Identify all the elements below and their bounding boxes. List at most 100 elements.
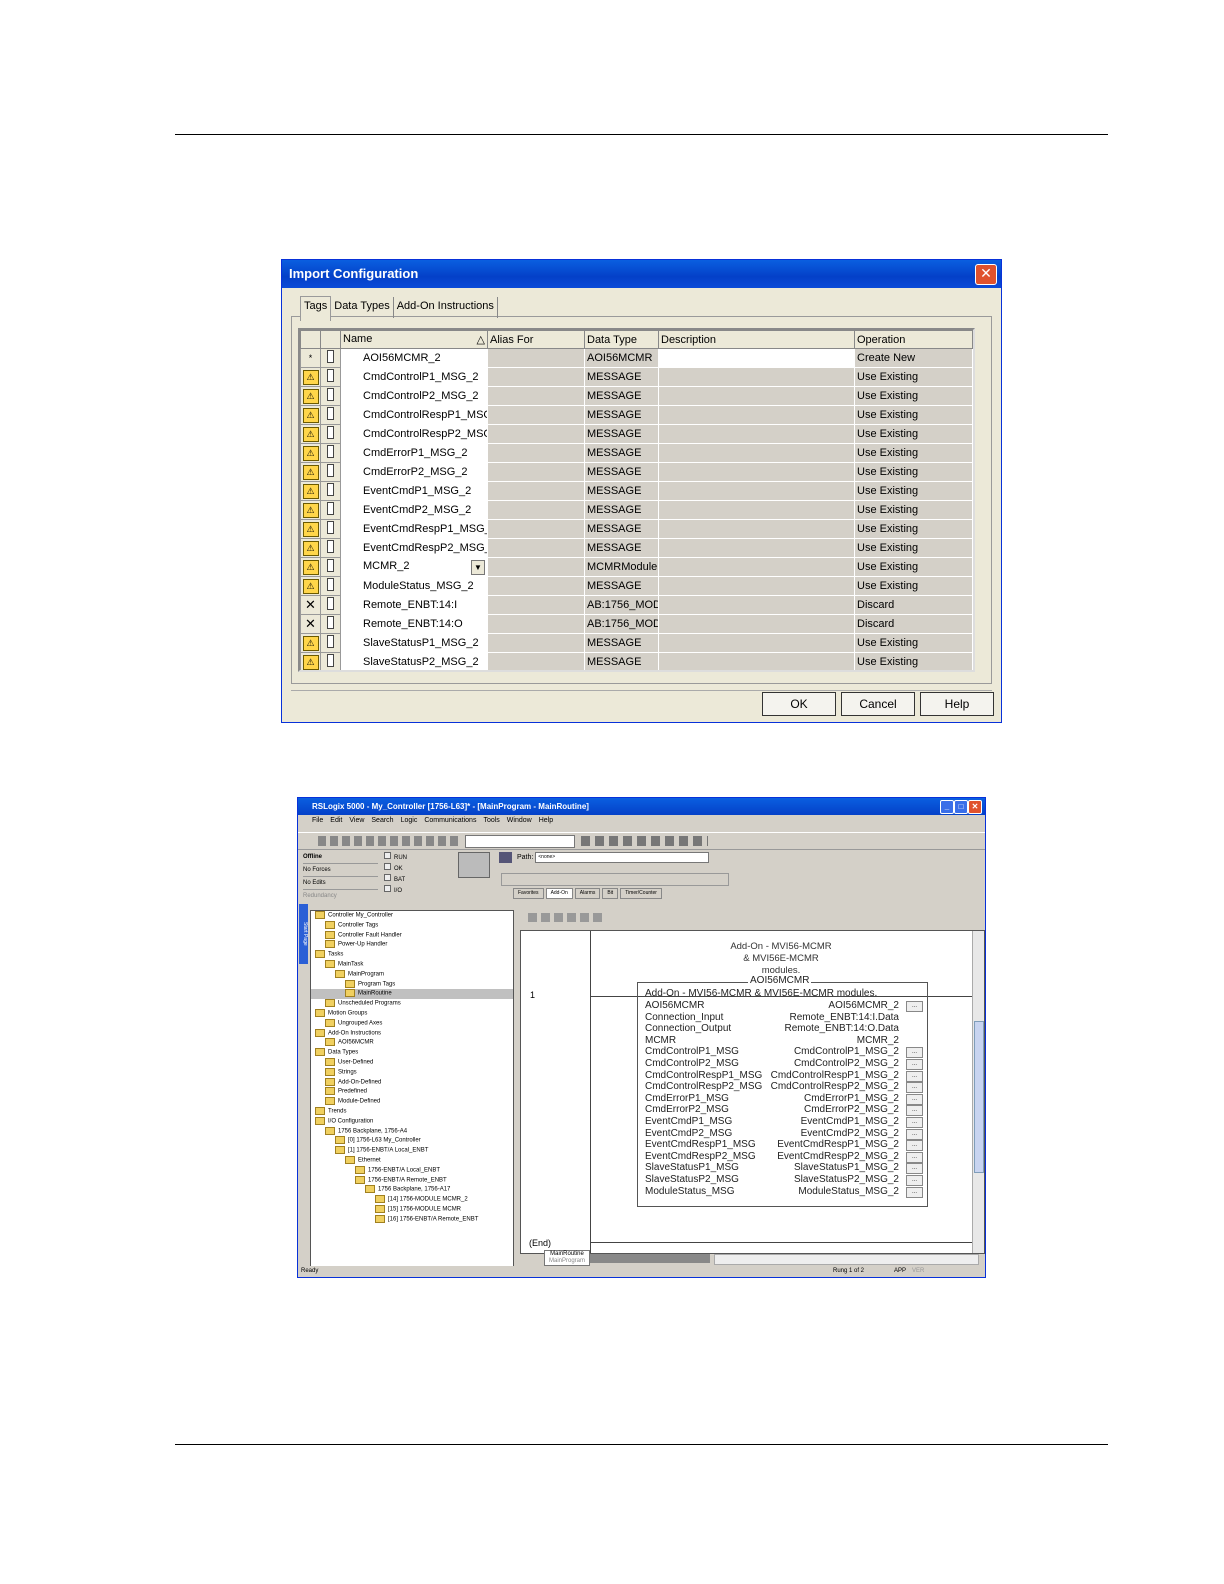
help-button[interactable]: Help xyxy=(920,692,994,716)
tag-row[interactable]: ⚠ CmdControlP1_MSG_2 MESSAGE Use Existing xyxy=(300,367,973,387)
menu-item[interactable]: File xyxy=(312,817,323,824)
palette-tab[interactable]: Favorites xyxy=(513,888,544,899)
name-cell[interactable]: CmdControlRespP2_MSG_2 xyxy=(340,424,488,444)
menu-item[interactable]: Logic xyxy=(401,817,418,824)
aoi-parameter-row[interactable]: EventCmdP1_MSG EventCmdP1_MSG_2 xyxy=(645,1116,899,1128)
tree-node[interactable]: 1756-ENBT/A Local_ENBT xyxy=(311,1165,513,1176)
tree-node[interactable]: Program Tags xyxy=(311,979,513,990)
operation-cell[interactable]: Use Existing xyxy=(854,405,973,425)
aoi-parameter-value[interactable]: EventCmdP2_MSG_2 xyxy=(801,1128,899,1140)
status-cell[interactable]: ⚠ xyxy=(300,576,321,596)
rung-number[interactable]: 1 xyxy=(530,990,535,1000)
cancel-button[interactable]: Cancel xyxy=(841,692,915,716)
ladder-toolbar-icons[interactable] xyxy=(528,913,603,922)
description-cell[interactable] xyxy=(658,557,855,577)
aoi-parameter-row[interactable]: SlaveStatusP2_MSG SlaveStatusP2_MSG_2 xyxy=(645,1174,899,1186)
tag-row[interactable]: ⚠ MCMR_2 ▼ MCMRModule Use Existing xyxy=(300,557,973,577)
tag-row[interactable]: ⚠ EventCmdP2_MSG_2 MESSAGE Use Existing xyxy=(300,500,973,520)
tree-node[interactable]: I/O Configuration xyxy=(311,1116,513,1127)
ellipsis-button[interactable]: ... xyxy=(906,1047,923,1059)
palette-tab[interactable]: Add-On xyxy=(545,888,573,899)
description-cell[interactable] xyxy=(658,652,855,670)
ellipsis-button[interactable]: ... xyxy=(906,1151,923,1163)
name-cell[interactable]: SlaveStatusP2_MSG_2 xyxy=(340,652,488,670)
description-cell[interactable] xyxy=(658,595,855,615)
alias-cell[interactable] xyxy=(487,519,585,539)
menu-item[interactable]: View xyxy=(349,817,364,824)
tag-row[interactable]: ⚠ CmdControlP2_MSG_2 MESSAGE Use Existing xyxy=(300,386,973,406)
menu-item[interactable]: Edit xyxy=(330,817,342,824)
header-name[interactable]: Name △ xyxy=(340,330,488,349)
operation-cell[interactable]: Use Existing xyxy=(854,538,973,558)
controller-organizer-tree[interactable]: Controller My_Controller Controller Tags C… xyxy=(310,910,514,1270)
header-alias-for[interactable]: Alias For xyxy=(487,330,585,349)
menu-item[interactable]: Help xyxy=(539,817,553,824)
tags-grid[interactable]: Name △ Alias For Data Type Description Op… xyxy=(298,328,975,672)
name-cell[interactable]: CmdErrorP1_MSG_2 xyxy=(340,443,488,463)
alias-cell[interactable] xyxy=(487,481,585,501)
tree-node[interactable]: [1] 1756-ENBT/A Local_ENBT xyxy=(311,1146,513,1156)
description-cell[interactable] xyxy=(658,348,855,368)
name-cell[interactable]: CmdControlP1_MSG_2 xyxy=(340,367,488,387)
operation-cell[interactable]: Use Existing xyxy=(854,519,973,539)
description-cell[interactable] xyxy=(658,538,855,558)
rung-comment[interactable]: Add-On - MVI56-MCMR & MVI56E-MCMR modules. xyxy=(681,941,881,977)
operation-cell[interactable]: Discard xyxy=(854,595,973,615)
minimize-icon[interactable]: _ xyxy=(940,800,954,814)
description-cell[interactable] xyxy=(658,481,855,501)
tree-node[interactable]: Unscheduled Programs xyxy=(311,999,513,1009)
alias-cell[interactable] xyxy=(487,386,585,406)
alias-cell[interactable] xyxy=(487,652,585,670)
name-cell[interactable]: CmdControlP2_MSG_2 xyxy=(340,386,488,406)
alias-cell[interactable] xyxy=(487,557,585,577)
network-icon[interactable] xyxy=(499,852,512,863)
tree-node[interactable]: Controller Tags xyxy=(311,920,513,931)
ellipsis-button[interactable]: ... xyxy=(906,1163,923,1175)
tree-node[interactable]: Ungrouped Axes xyxy=(311,1018,513,1029)
status-cell[interactable]: ⚠ xyxy=(300,386,321,406)
description-cell[interactable] xyxy=(658,576,855,596)
alias-cell[interactable] xyxy=(487,348,585,368)
tag-row[interactable]: ⚠ CmdControlRespP2_MSG_2 MESSAGE Use Existi… xyxy=(300,424,973,444)
ellipsis-button[interactable]: ... xyxy=(906,1105,923,1117)
instruction-palette[interactable] xyxy=(501,873,729,886)
tree-node[interactable]: [16] 1756-ENBT/A Remote_ENBT xyxy=(311,1214,513,1225)
tag-row[interactable]: ⚠ CmdErrorP1_MSG_2 MESSAGE Use Existing xyxy=(300,443,973,463)
status-cell[interactable]: ⚠ xyxy=(300,557,321,577)
menu-item[interactable]: Communications xyxy=(424,817,476,824)
alias-cell[interactable] xyxy=(487,595,585,615)
description-cell[interactable] xyxy=(658,386,855,406)
aoi-parameter-row[interactable]: CmdErrorP1_MSG CmdErrorP1_MSG_2 xyxy=(645,1093,899,1105)
palette-tab[interactable]: Bit xyxy=(602,888,619,899)
tag-row[interactable]: ✕ Remote_ENBT:14:O AB:1756_MOD Discard xyxy=(300,614,973,634)
operation-cell[interactable]: Create New xyxy=(854,348,973,368)
description-cell[interactable] xyxy=(658,633,855,653)
forces-status[interactable]: No Forces xyxy=(303,864,378,877)
operation-cell[interactable]: Discard xyxy=(854,614,973,634)
name-cell[interactable]: SlaveStatusP1_MSG_2 xyxy=(340,633,488,653)
status-cell[interactable]: ⚠ xyxy=(300,500,321,520)
alias-cell[interactable] xyxy=(487,576,585,596)
tree-node[interactable]: 1756-ENBT/A Remote_ENBT xyxy=(311,1175,513,1186)
tag-row[interactable]: ✕ Remote_ENBT:14:I AB:1756_MOD Discard xyxy=(300,595,973,615)
status-cell[interactable]: ✕ xyxy=(300,595,321,615)
tree-node[interactable]: Module-Defined xyxy=(311,1097,513,1107)
alias-cell[interactable] xyxy=(487,633,585,653)
toolbar-icons-right[interactable] xyxy=(581,836,708,846)
description-cell[interactable] xyxy=(658,519,855,539)
aoi-parameter-row[interactable]: CmdControlP2_MSG CmdControlP2_MSG_2 xyxy=(645,1058,899,1070)
status-cell[interactable]: ⚠ xyxy=(300,443,321,463)
aoi-parameter-row[interactable]: CmdControlP1_MSG CmdControlP1_MSG_2 xyxy=(645,1046,899,1058)
ellipsis-button[interactable]: ... xyxy=(906,1175,923,1186)
status-cell[interactable]: ⚠ xyxy=(300,367,321,387)
tag-row[interactable]: ⚠ SlaveStatusP2_MSG_2 MESSAGE Use Existing xyxy=(300,652,973,670)
chevron-down-icon[interactable]: ▼ xyxy=(471,559,485,575)
aoi-parameter-row[interactable]: ModuleStatus_MSG ModuleStatus_MSG_2 xyxy=(645,1186,899,1198)
operation-cell[interactable]: Use Existing xyxy=(854,386,973,406)
aoi-parameter-row[interactable]: AOI56MCMR AOI56MCMR_2 xyxy=(645,1000,899,1012)
operation-cell[interactable]: Use Existing xyxy=(854,633,973,653)
tab-tags[interactable]: Tags xyxy=(300,296,332,321)
status-cell[interactable]: ⚠ xyxy=(300,481,321,501)
status-cell[interactable]: ⚠ xyxy=(300,405,321,425)
aoi-parameter-value[interactable]: SlaveStatusP2_MSG_2 xyxy=(794,1174,899,1186)
